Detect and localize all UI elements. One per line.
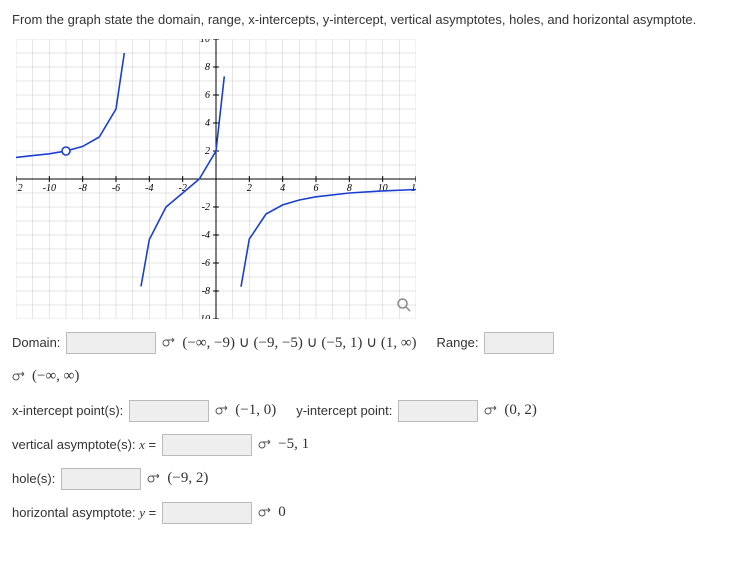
svg-text:-6: -6 <box>202 258 210 269</box>
question-text: From the graph state the domain, range, … <box>12 12 722 29</box>
xint-row: x-intercept point(s): (−1, 0) y-intercep… <box>12 397 722 425</box>
svg-text:-12: -12 <box>16 183 23 194</box>
hasym-answer: 0 <box>278 504 286 521</box>
svg-text:-10: -10 <box>43 183 56 194</box>
preview-icon[interactable] <box>162 336 176 350</box>
graph-container: -12-10-8-6-4-224681012-10-8-6-4-2246810 <box>16 39 416 319</box>
svg-text:8: 8 <box>205 62 210 73</box>
domain-input[interactable] <box>66 332 156 354</box>
preview-icon[interactable] <box>258 438 272 452</box>
hasym-row: horizontal asymptote: y = 0 <box>12 499 722 527</box>
holes-label: hole(s): <box>12 471 55 486</box>
domain-label: Domain: <box>12 335 60 350</box>
xint-answer: (−1, 0) <box>235 402 276 419</box>
range-answer: (−∞, ∞) <box>32 368 79 385</box>
svg-text:-4: -4 <box>202 230 210 241</box>
svg-text:-2: -2 <box>202 202 210 213</box>
svg-text:-6: -6 <box>112 183 120 194</box>
svg-text:4: 4 <box>280 183 285 194</box>
range-label: Range: <box>437 335 479 350</box>
hasym-input[interactable] <box>162 502 252 524</box>
svg-text:4: 4 <box>205 118 210 129</box>
svg-text:6: 6 <box>314 183 319 194</box>
preview-icon[interactable] <box>12 370 26 384</box>
preview-icon[interactable] <box>215 404 229 418</box>
svg-text:-8: -8 <box>202 286 210 297</box>
svg-text:2: 2 <box>205 146 210 157</box>
svg-text:-4: -4 <box>145 183 153 194</box>
svg-text:12: 12 <box>411 183 416 194</box>
hasym-label: horizontal asymptote: y = <box>12 505 156 521</box>
svg-text:-10: -10 <box>197 314 210 319</box>
svg-text:10: 10 <box>378 183 388 194</box>
vasym-label: vertical asymptote(s): x = <box>12 437 156 453</box>
svg-text:6: 6 <box>205 90 210 101</box>
xint-label: x-intercept point(s): <box>12 403 123 418</box>
vasym-row: vertical asymptote(s): x = −5, 1 <box>12 431 722 459</box>
holes-input[interactable] <box>61 468 141 490</box>
holes-row: hole(s): (−9, 2) <box>12 465 722 493</box>
yint-input[interactable] <box>398 400 478 422</box>
range-answer-row: (−∞, ∞) <box>12 363 722 391</box>
svg-text:2: 2 <box>247 183 252 194</box>
yint-answer: (0, 2) <box>504 402 537 419</box>
range-input[interactable] <box>484 332 554 354</box>
function-graph: -12-10-8-6-4-224681012-10-8-6-4-2246810 <box>16 39 416 319</box>
preview-icon[interactable] <box>147 472 161 486</box>
preview-icon[interactable] <box>258 506 272 520</box>
xint-input[interactable] <box>129 400 209 422</box>
yint-label: y-intercept point: <box>296 403 392 418</box>
preview-icon[interactable] <box>484 404 498 418</box>
svg-text:-8: -8 <box>78 183 86 194</box>
vasym-input[interactable] <box>162 434 252 456</box>
vasym-answer: −5, 1 <box>278 436 309 453</box>
magnify-icon[interactable] <box>396 297 412 313</box>
domain-row: Domain: (−∞, −9) ∪ (−9, −5) ∪ (−5, 1) ∪ … <box>12 329 722 357</box>
svg-text:10: 10 <box>200 39 210 45</box>
domain-answer: (−∞, −9) ∪ (−9, −5) ∪ (−5, 1) ∪ (1, ∞) <box>182 333 416 352</box>
holes-answer: (−9, 2) <box>167 470 208 487</box>
